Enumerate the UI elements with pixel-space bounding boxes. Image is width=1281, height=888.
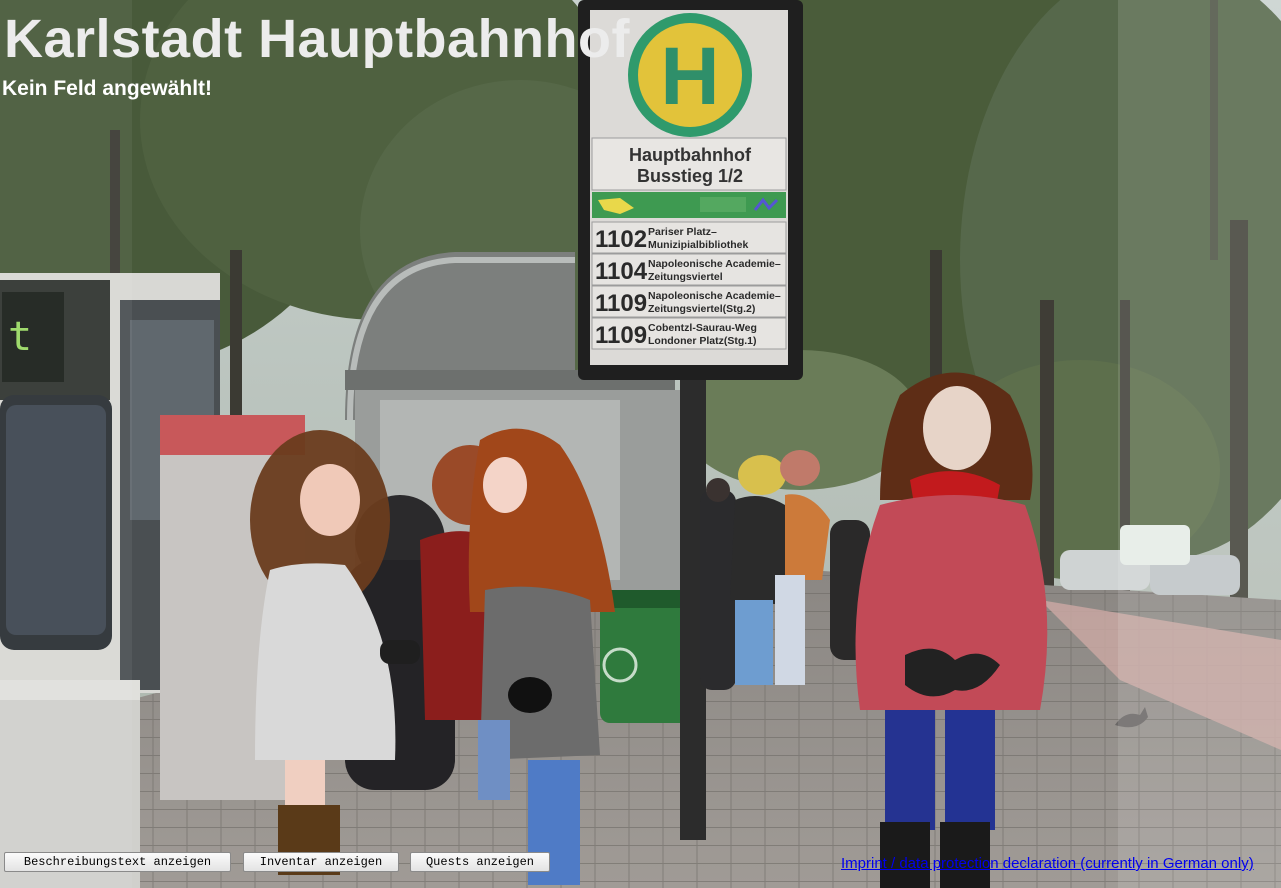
route-destination-line2: Munizipialbibliothek xyxy=(648,239,748,251)
route-row: 1109 Cobentzl-Saurau-Weg Londoner Platz(… xyxy=(591,317,787,350)
selection-status: Kein Feld angewählt! xyxy=(2,77,213,100)
show-inventory-button[interactable]: Inventar anzeigen xyxy=(243,852,399,872)
logo-letter: H xyxy=(660,31,719,122)
show-quests-button[interactable]: Quests anzeigen xyxy=(410,852,550,872)
imprint-link[interactable]: Imprint / data protection declaration (c… xyxy=(841,855,1254,873)
route-row: 1104 Napoleonische Academie– Zeitungsvie… xyxy=(591,253,787,286)
route-destination-line2: Londoner Platz(Stg.1) xyxy=(648,335,757,347)
route-destination-line1: Napoleonische Academie– xyxy=(648,258,781,270)
overlay-strip-right xyxy=(1118,0,1281,888)
route-destination-line1: Cobentzl-Saurau-Weg xyxy=(648,322,757,334)
route-destination-line1: Pariser Platz– xyxy=(648,226,717,238)
game-scene: t H Hauptbahnhof Busstieg 1/2 1102 Paris… xyxy=(0,0,1281,888)
location-title: Karlstadt Hauptbahnhof xyxy=(4,9,630,69)
stop-name-line2: Busstieg 1/2 xyxy=(637,166,743,186)
route-number: 1109 xyxy=(595,322,647,349)
route-number: 1102 xyxy=(595,226,647,253)
route-destination-line2: Zeitungsviertel(Stg.2) xyxy=(648,303,755,315)
route-destination-line1: Napoleonische Academie– xyxy=(648,290,781,302)
route-row: 1109 Napoleonische Academie– Zeitungsvie… xyxy=(591,285,787,318)
route-row: 1102 Pariser Platz– Munizipialbibliothek xyxy=(591,221,787,254)
stop-name-line1: Hauptbahnhof xyxy=(629,145,752,165)
route-number: 1109 xyxy=(595,290,647,317)
show-description-button[interactable]: Beschreibungstext anzeigen xyxy=(4,852,231,872)
route-number: 1104 xyxy=(595,258,648,285)
overlay-strip-left xyxy=(0,0,132,888)
route-destination-line2: Zeitungsviertel xyxy=(648,271,723,283)
